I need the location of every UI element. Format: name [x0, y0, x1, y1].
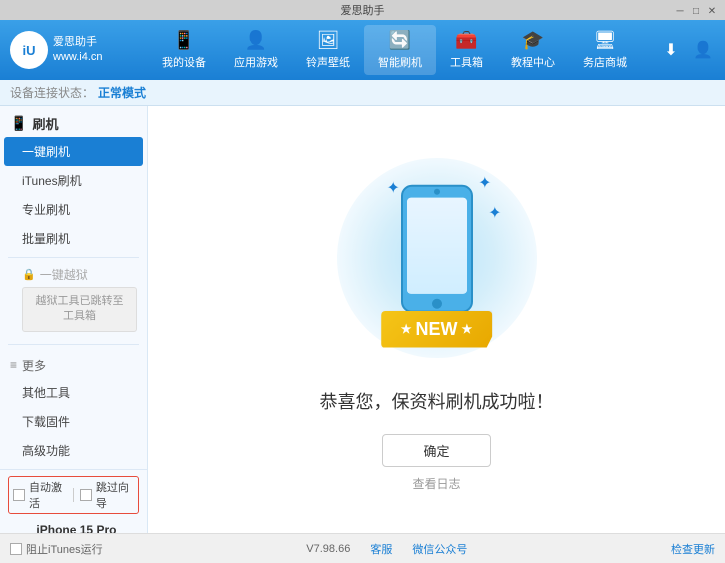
check-update-button[interactable]: 检查更新	[671, 541, 715, 557]
logo-symbol: iU	[23, 43, 36, 58]
phone-svg	[397, 183, 477, 318]
log-link[interactable]: 查看日志	[412, 475, 460, 492]
sidebar-divider-2	[8, 344, 139, 345]
new-badge-text: NEW	[416, 319, 458, 340]
device-panel: 自动激活 跳过向导 📱 iPhone 15 Pro Max 512GB iPho…	[0, 469, 147, 533]
flash-section-title: 刷机	[32, 114, 58, 133]
nav-ringtone[interactable]: 🖼 铃声壁纸	[292, 25, 364, 75]
wechat-link[interactable]: 微信公众号	[412, 541, 467, 557]
ringtone-icon: 🖼	[317, 30, 340, 51]
close-button[interactable]: ✕	[705, 4, 719, 18]
sidebar-item-advanced[interactable]: 高级功能	[0, 436, 147, 465]
nav-toolbox-label: 工具箱	[450, 54, 483, 70]
nav-ringtone-label: 铃声壁纸	[306, 54, 350, 70]
footer-center: V7.98.66 客服 微信公众号	[306, 541, 467, 557]
version-label: V7.98.66	[306, 543, 350, 555]
store-icon: 🖥	[594, 30, 617, 51]
device-text: iPhone 15 Pro Max 512GB iPhone	[36, 523, 139, 533]
status-bar: 设备连接状态： 正常模式	[0, 80, 725, 106]
itunes-label: 阻止iTunes运行	[26, 541, 103, 557]
auto-check-row: 自动激活 跳过向导	[8, 476, 139, 514]
minimize-button[interactable]: ─	[673, 4, 687, 18]
nav-my-device[interactable]: 📱 我的设备	[148, 25, 220, 75]
logo: iU 爱思助手 www.i4.cn	[10, 31, 130, 69]
nav-store[interactable]: 🖥 务店商城	[569, 25, 641, 75]
maximize-button[interactable]: □	[689, 4, 703, 18]
jailbreak-label: 🔒 一键越狱	[22, 266, 137, 283]
success-message: 恭喜您，保资料刷机成功啦！	[320, 388, 554, 414]
nav-smart-flash-label: 智能刷机	[378, 54, 422, 70]
sidebar-more-header: ≡ 更多	[0, 349, 147, 378]
logo-text: 爱思助手 www.i4.cn	[53, 35, 103, 66]
skip-guide-label: 跳过向导	[96, 479, 134, 511]
flash-section-icon: 📱	[10, 115, 27, 132]
nav-app-games-label: 应用游戏	[234, 54, 278, 70]
check-divider	[73, 488, 74, 502]
tutorial-icon: 🎓	[522, 30, 544, 51]
nav-tutorial[interactable]: 🎓 教程中心	[497, 25, 569, 75]
footer: 阻止iTunes运行 V7.98.66 客服 微信公众号 检查更新	[0, 533, 725, 563]
customer-service-link[interactable]: 客服	[370, 541, 392, 557]
nav-tutorial-label: 教程中心	[511, 54, 555, 70]
sidebar-divider-1	[8, 257, 139, 258]
nav-my-device-label: 我的设备	[162, 54, 206, 70]
status-label: 设备连接状态：	[10, 84, 94, 101]
lock-icon: 🔒	[22, 268, 36, 281]
device-name: iPhone 15 Pro Max	[36, 523, 139, 533]
sidebar-item-itunes-flash[interactable]: iTunes刷机	[0, 166, 147, 195]
sidebar-item-other-tools[interactable]: 其他工具	[0, 378, 147, 407]
auto-activate-label: 自动激活	[29, 479, 67, 511]
status-value: 正常模式	[98, 84, 146, 101]
sidebar-item-batch-flash[interactable]: 批量刷机	[0, 224, 147, 253]
more-icon: ≡	[10, 358, 17, 372]
sparkle-1: ✦	[387, 178, 400, 198]
nav-app-games[interactable]: 👤 应用游戏	[220, 25, 292, 75]
nav-smart-flash[interactable]: 🔄 智能刷机	[364, 25, 436, 75]
jailbreak-label-text: 一键越狱	[40, 266, 88, 283]
nav-store-label: 务店商城	[583, 54, 627, 70]
toolbox-icon: 🧰	[455, 30, 477, 51]
logo-circle: iU	[10, 31, 48, 69]
user-button[interactable]: 👤	[691, 38, 715, 62]
my-device-icon: 📱	[173, 30, 195, 51]
jailbreak-notice: 越狱工具已跳转至工具箱	[22, 287, 137, 332]
sidebar-item-one-key-flash[interactable]: 一键刷机	[4, 137, 143, 166]
auto-activate-checkbox[interactable]	[13, 489, 25, 501]
confirm-button[interactable]: 确定	[382, 434, 490, 467]
nav-toolbox[interactable]: 🧰 工具箱	[436, 25, 497, 75]
itunes-checkbox[interactable]	[10, 543, 22, 555]
device-info: 📱 iPhone 15 Pro Max 512GB iPhone	[8, 520, 139, 533]
sparkle-2: ✦	[478, 173, 491, 193]
download-button[interactable]: ⬇	[659, 38, 683, 62]
phone-illustration: ✦ ✦ ✦	[327, 148, 547, 368]
header-right: ⬇ 👤	[659, 38, 715, 62]
skip-guide-checkbox[interactable]	[80, 489, 92, 501]
nav-bar: 📱 我的设备 👤 应用游戏 🖼 铃声壁纸 🔄 智能刷机 🧰 工具箱 🎓 教程中心…	[130, 25, 659, 75]
window-title-bar: 爱思助手	[6, 2, 719, 18]
footer-left: 阻止iTunes运行	[10, 541, 103, 557]
content-area: ✦ ✦ ✦	[148, 106, 725, 533]
smart-flash-icon: 🔄	[389, 30, 411, 51]
app-games-icon: 👤	[245, 30, 267, 51]
sidebar: 📱 刷机 一键刷机 iTunes刷机 专业刷机 批量刷机 🔒 一键越狱 越狱工具…	[0, 106, 148, 533]
sidebar-item-pro-flash[interactable]: 专业刷机	[0, 195, 147, 224]
more-title: 更多	[22, 357, 46, 374]
sidebar-item-download-firmware[interactable]: 下载固件	[0, 407, 147, 436]
sparkle-3: ✦	[488, 203, 501, 223]
sidebar-section-flash: 📱 刷机	[0, 106, 147, 137]
sidebar-jailbreak-section: 🔒 一键越狱 越狱工具已跳转至工具箱	[0, 262, 147, 340]
new-badge: NEW	[381, 311, 493, 348]
